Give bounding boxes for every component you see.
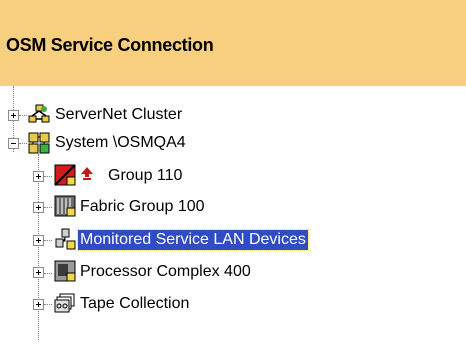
expand-icon[interactable] bbox=[33, 171, 44, 182]
page-title: OSM Service Connection bbox=[6, 35, 214, 55]
tree-item-fabric-group-100[interactable]: Fabric Group 100 bbox=[0, 193, 300, 221]
lan-devices-icon bbox=[54, 228, 76, 250]
expand-icon[interactable] bbox=[8, 110, 19, 121]
processor-complex-icon bbox=[54, 260, 76, 282]
tree-item-label[interactable]: Group 110 bbox=[108, 166, 182, 186]
expand-icon[interactable] bbox=[33, 267, 44, 278]
system-tree: ServerNet Cluster System \OSMQA4 Group 1… bbox=[0, 86, 466, 345]
osm-service-connection-window: OSM Service Connection ServerNet Cluster… bbox=[0, 0, 466, 345]
fabric-group-icon bbox=[54, 195, 76, 217]
tree-item-label[interactable]: System \OSMQA4 bbox=[55, 133, 186, 153]
tree-item-label[interactable]: Tape Collection bbox=[80, 294, 189, 314]
tape-collection-icon bbox=[54, 292, 76, 314]
group-icon bbox=[54, 164, 76, 186]
system-icon bbox=[28, 132, 50, 154]
tree-item-system[interactable]: System \OSMQA4 bbox=[0, 129, 260, 157]
header-bar: OSM Service Connection bbox=[0, 0, 466, 86]
alarm-icon bbox=[79, 166, 95, 182]
tree-item-label[interactable]: Monitored Service LAN Devices bbox=[77, 229, 309, 251]
tree-item-tape-collection[interactable]: Tape Collection bbox=[0, 290, 300, 318]
expand-icon[interactable] bbox=[33, 235, 44, 246]
tree-item-label[interactable]: Fabric Group 100 bbox=[80, 197, 205, 217]
tree-item-group-110[interactable]: Group 110 bbox=[0, 162, 300, 190]
servernet-cluster-icon bbox=[28, 104, 50, 126]
collapse-icon[interactable] bbox=[8, 138, 19, 149]
tree-item-servernet-cluster[interactable]: ServerNet Cluster bbox=[0, 101, 260, 129]
tree-item-label[interactable]: ServerNet Cluster bbox=[55, 105, 182, 125]
tree-item-monitored-service-lan-devices[interactable]: Monitored Service LAN Devices bbox=[0, 226, 466, 254]
tree-item-label[interactable]: Processor Complex 400 bbox=[80, 262, 251, 282]
tree-item-processor-complex-400[interactable]: Processor Complex 400 bbox=[0, 258, 300, 286]
expand-icon[interactable] bbox=[33, 202, 44, 213]
expand-icon[interactable] bbox=[33, 299, 44, 310]
